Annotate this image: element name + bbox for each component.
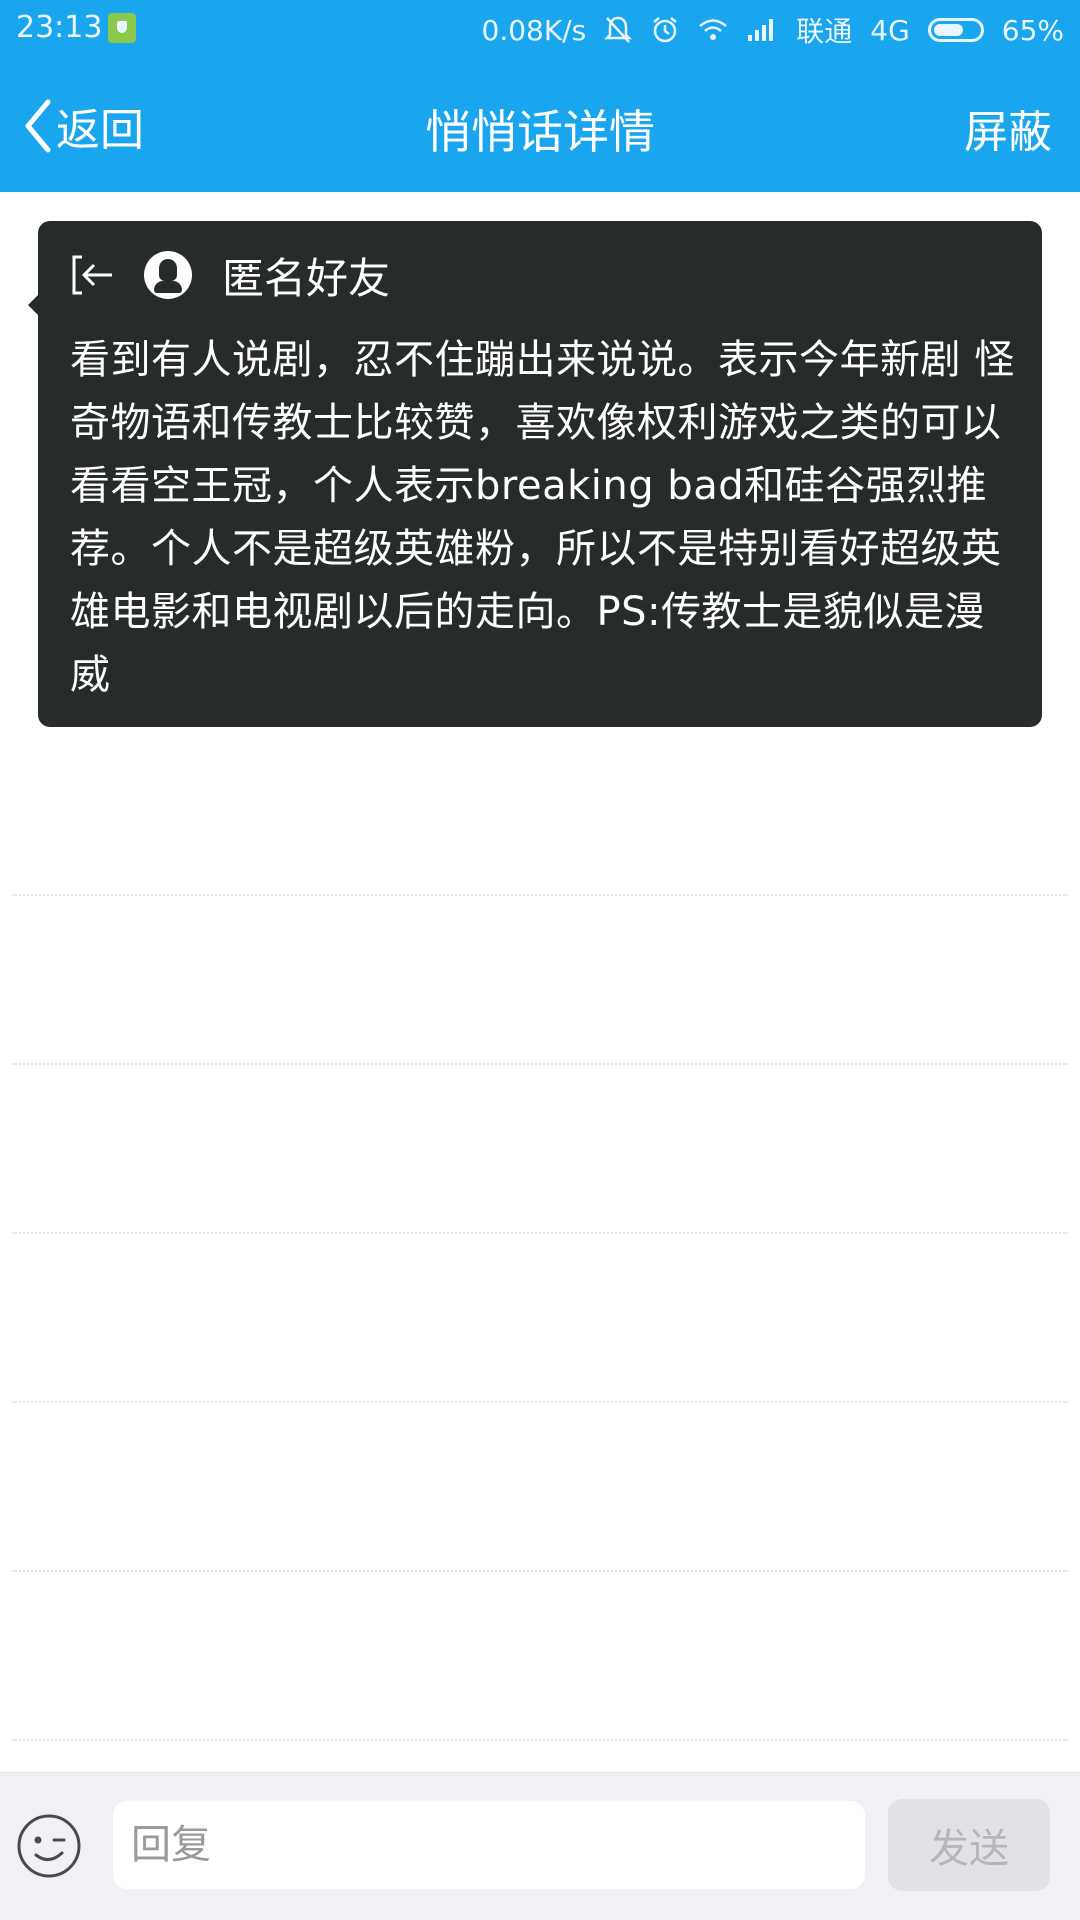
anonymous-avatar-icon xyxy=(144,251,192,299)
exit-icon[interactable] xyxy=(68,251,116,299)
alarm-icon xyxy=(650,15,680,45)
block-button[interactable]: 屏蔽 xyxy=(964,96,1052,160)
signal-icon xyxy=(746,17,778,43)
card-tail xyxy=(28,293,40,317)
status-time: 23:13 xyxy=(16,10,103,45)
message-card: 匿名好友 看到有人说剧，忍不住蹦出来说说。表示今年新剧 怪奇物语和传教士比较赞，… xyxy=(28,221,1042,727)
net-speed: 0.08K/s xyxy=(481,13,587,47)
wifi-icon xyxy=(698,17,728,43)
rule-line xyxy=(12,894,1068,896)
emoji-icon[interactable] xyxy=(16,1813,82,1879)
sender-name: 匿名好友 xyxy=(222,253,391,303)
whisper-detail-screen: 23:13 0.08K/s 联通 4G 65% 返回 悄悄话详情 屏蔽 匿名好友… xyxy=(0,0,1080,1920)
message-text: 看到有人说剧，忍不住蹦出来说说。表示今年新剧 怪奇物语和传教士比较赞，喜欢像权利… xyxy=(70,337,1015,698)
battery-fill xyxy=(933,24,963,36)
rule-line xyxy=(12,1739,1068,1741)
mute-bell-icon xyxy=(604,15,633,45)
shield-icon xyxy=(108,13,136,43)
rule-line xyxy=(12,1401,1068,1403)
battery-percent: 65% xyxy=(1001,13,1064,47)
rule-line xyxy=(12,1570,1068,1572)
reply-input[interactable] xyxy=(113,1801,865,1889)
status-bar: 23:13 0.08K/s 联通 4G 65% xyxy=(0,0,1080,56)
reply-bar: 发送 xyxy=(0,1772,1080,1920)
carrier-label: 联通 xyxy=(796,15,853,48)
page-title: 悄悄话详情 xyxy=(425,105,655,159)
status-indicators: 0.08K/s 联通 4G 65% xyxy=(482,10,1065,50)
title-bar: 返回 悄悄话详情 屏蔽 xyxy=(0,56,1080,192)
rule-line xyxy=(12,1232,1068,1234)
send-button[interactable]: 发送 xyxy=(888,1799,1050,1891)
rule-line xyxy=(12,1063,1068,1065)
battery-icon xyxy=(927,18,984,42)
network-type: 4G xyxy=(870,13,910,47)
message-header: 匿名好友 xyxy=(68,247,390,303)
